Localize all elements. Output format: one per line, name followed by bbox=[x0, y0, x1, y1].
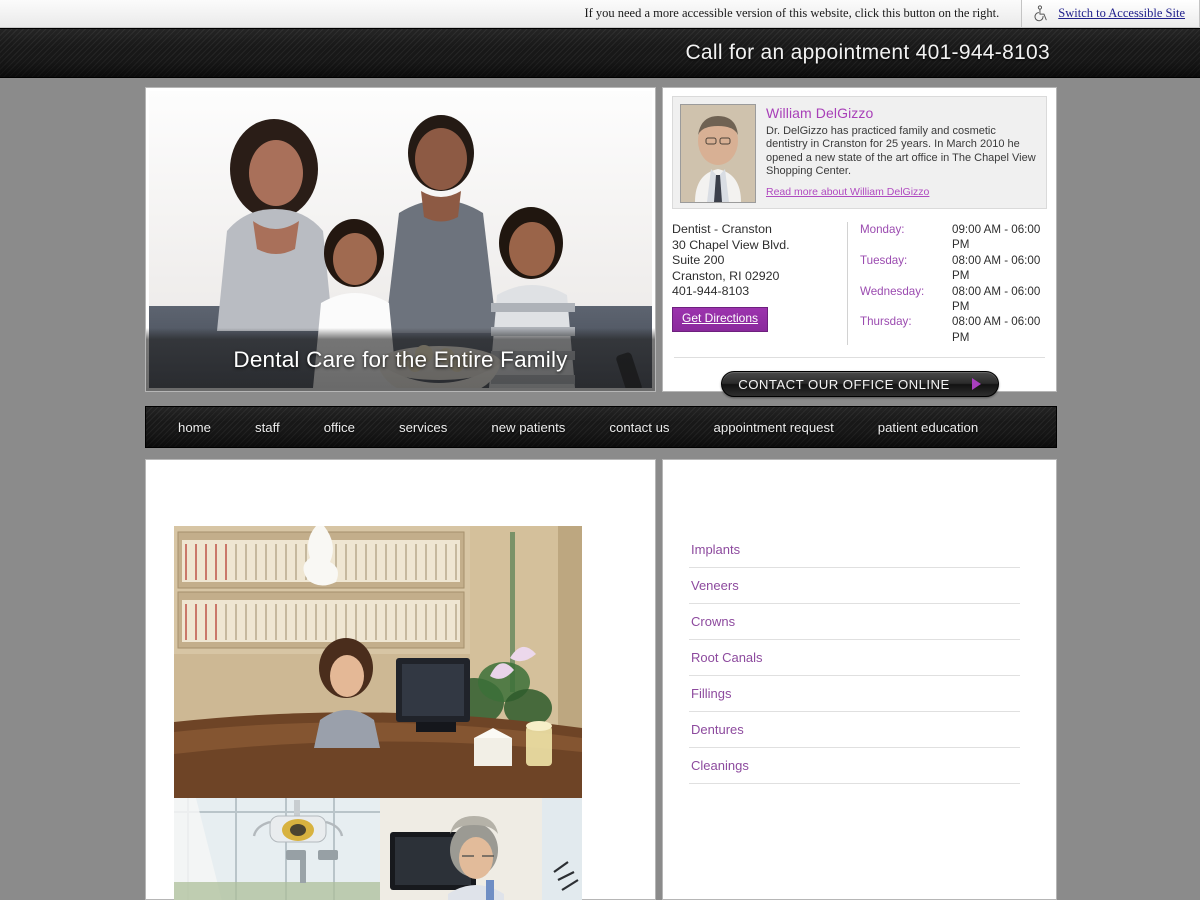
accessibility-bar: If you need a more accessible version of… bbox=[0, 0, 1200, 28]
doctor-bio-box: William DelGizzo Dr. DelGizzo has practi… bbox=[672, 96, 1047, 209]
hours-day-label: Monday: bbox=[860, 223, 905, 236]
service-link-root-canals[interactable]: Root Canals bbox=[689, 640, 1020, 676]
accessibility-message: If you need a more accessible version of… bbox=[584, 6, 1000, 20]
hero-caption-text: Dental Care for the Entire Family bbox=[233, 346, 568, 372]
service-link-cleanings[interactable]: Cleanings bbox=[689, 748, 1020, 784]
hours-time-value: 09:00 AM - 06:00 PM bbox=[952, 223, 1041, 252]
practice-name: Dentist - Cranston bbox=[672, 222, 772, 236]
services-list: Implants Veneers Crowns Root Canals Fill… bbox=[663, 460, 1056, 784]
practice-address-block: Dentist - Cranston 30 Chapel View Blvd. … bbox=[672, 222, 847, 345]
switch-to-accessible-site-label: Switch to Accessible Site bbox=[1058, 6, 1185, 20]
nav-item-home[interactable]: home bbox=[146, 420, 233, 435]
practice-street: 30 Chapel View Blvd. bbox=[672, 237, 790, 252]
nav-item-contact-us[interactable]: contact us bbox=[587, 420, 691, 435]
hours-time-value: 08:00 AM - 06:00 PM bbox=[952, 315, 1041, 344]
practice-phone: 401-944-8103 bbox=[672, 284, 750, 299]
practice-city-state-zip: Cranston, RI 02920 bbox=[672, 268, 780, 283]
contact-button-label: CONTACT OUR OFFICE ONLINE bbox=[738, 376, 950, 392]
switch-to-accessible-site-button[interactable]: Switch to Accessible Site bbox=[1021, 0, 1200, 27]
hero-caption: Dental Care for the Entire Family bbox=[146, 328, 655, 391]
hours-day-label: Tuesday: bbox=[860, 253, 908, 267]
page-body: Dental Care for the Entire Family Willia… bbox=[0, 78, 1200, 900]
doctor-info-panel: William DelGizzo Dr. DelGizzo has practi… bbox=[662, 87, 1057, 398]
office-photos-panel bbox=[145, 459, 656, 900]
hours-row: Monday: 09:00 AM - 06:00 PM bbox=[860, 222, 1047, 253]
nav-item-staff[interactable]: staff bbox=[233, 420, 302, 435]
service-link-fillings[interactable]: Fillings bbox=[689, 676, 1020, 712]
reception-photo-illustration bbox=[174, 526, 582, 798]
practice-suite: Suite 200 bbox=[672, 253, 725, 268]
service-link-implants[interactable]: Implants bbox=[689, 532, 1020, 568]
play-triangle-icon bbox=[971, 378, 981, 391]
doctor-bio-description: Dr. DelGizzo has practiced family and co… bbox=[766, 125, 1036, 178]
nav-item-new-patients[interactable]: new patients bbox=[469, 420, 587, 435]
hours-row: Tuesday: 08:00 AM - 06:00 PM bbox=[860, 253, 1047, 284]
hours-time-value: 08:00 AM - 06:00 PM bbox=[952, 253, 1041, 283]
practice-details: Dentist - Cranston 30 Chapel View Blvd. … bbox=[672, 222, 1047, 346]
dental-operatory-photo bbox=[174, 798, 582, 900]
main-navigation: home staff office services new patients … bbox=[145, 406, 1057, 448]
get-directions-button[interactable]: Get Directions bbox=[672, 306, 769, 332]
office-hours-list: Monday: 09:00 AM - 06:00 PM Tuesday: 08:… bbox=[847, 222, 1047, 346]
read-more-about-doctor-link[interactable]: Read more about William DelGizzo bbox=[766, 186, 929, 198]
doctor-portrait-photo bbox=[680, 104, 756, 203]
wheelchair-accessible-icon bbox=[1034, 5, 1047, 22]
service-link-dentures[interactable]: Dentures bbox=[689, 712, 1020, 748]
service-link-veneers[interactable]: Veneers bbox=[689, 568, 1020, 604]
hours-row: Wednesday: 08:00 AM - 06:00 PM bbox=[860, 284, 1047, 315]
service-link-crowns[interactable]: Crowns bbox=[689, 604, 1020, 640]
hours-day-label: Thursday: bbox=[860, 315, 912, 329]
nav-item-office[interactable]: office bbox=[302, 420, 377, 435]
hero-panel: Dental Care for the Entire Family bbox=[145, 87, 656, 392]
nav-item-patient-education[interactable]: patient education bbox=[856, 420, 1000, 435]
nav-item-services[interactable]: services bbox=[377, 420, 469, 435]
doctor-name: William DelGizzo bbox=[766, 105, 874, 121]
doctor-portrait-illustration bbox=[681, 105, 755, 202]
services-panel: Implants Veneers Crowns Root Canals Fill… bbox=[662, 459, 1057, 900]
hours-day-label: Wednesday: bbox=[860, 284, 925, 298]
nav-item-appointment-request[interactable]: appointment request bbox=[692, 420, 856, 435]
hours-time-value: 08:00 AM - 06:00 PM bbox=[952, 284, 1041, 314]
doctor-bio-text-block: William DelGizzo Dr. DelGizzo has practi… bbox=[766, 104, 1039, 201]
operatory-photo-illustration bbox=[174, 798, 582, 900]
site-header: Call for an appointment 401-944-8103 bbox=[0, 28, 1200, 78]
hours-row: Thursday: 08:00 AM - 06:00 PM bbox=[860, 314, 1047, 345]
panel-divider bbox=[674, 357, 1045, 359]
office-reception-photo bbox=[174, 526, 582, 798]
contact-our-office-online-button[interactable]: CONTACT OUR OFFICE ONLINE bbox=[720, 371, 999, 398]
header-phone-text: Call for an appointment 401-944-8103 bbox=[685, 41, 1050, 64]
